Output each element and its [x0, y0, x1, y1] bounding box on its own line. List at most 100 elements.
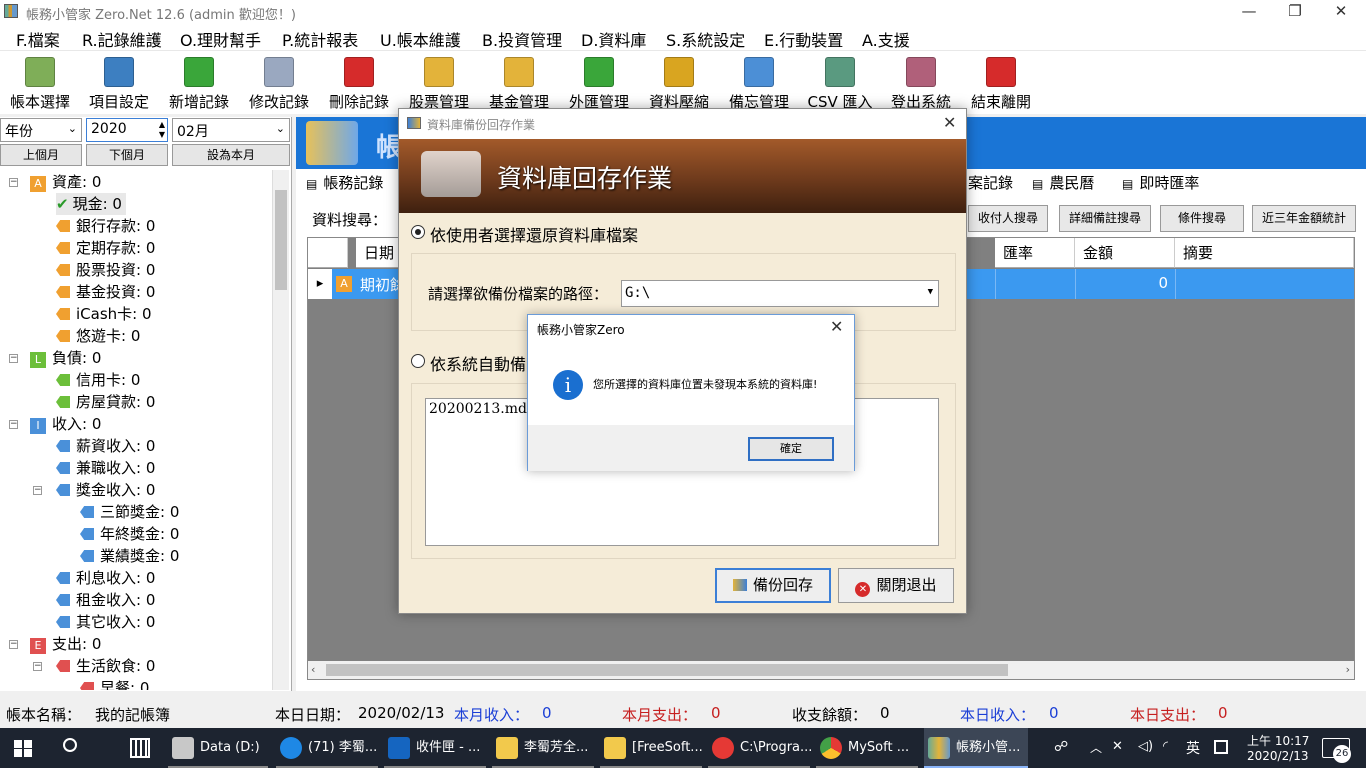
tree-node-income[interactable]: I 收入: 0: [30, 413, 101, 435]
payee-search-button[interactable]: 收付人搜尋: [968, 205, 1048, 232]
tree-node-liabilities[interactable]: L 負債: 0: [30, 347, 101, 369]
csv-import-button[interactable]: CSV 匯入: [805, 53, 875, 113]
compress-button[interactable]: 資料壓縮: [647, 53, 711, 113]
tab-ledger-records[interactable]: ▤ 帳務記錄: [306, 172, 383, 198]
ok-button[interactable]: 確定: [748, 437, 834, 461]
tree-node-cash[interactable]: ✔ 現金: 0: [56, 193, 126, 215]
dialog-close-icon[interactable]: ✕: [943, 113, 956, 132]
logout-button[interactable]: 登出系統: [889, 53, 953, 113]
taskbar-item-data-drive[interactable]: Data (D:): [168, 728, 268, 768]
menu-file[interactable]: F.檔案: [16, 27, 60, 51]
taskbar-item-ledger[interactable]: 帳務小管...: [924, 728, 1028, 768]
item-settings-button[interactable]: 項目設定: [87, 53, 151, 113]
condition-search-button[interactable]: 條件搜尋: [1160, 205, 1244, 232]
next-month-button[interactable]: 下個月: [86, 144, 168, 166]
tree-node-yearend-bonus[interactable]: 年終獎金: 0: [80, 523, 179, 545]
tree-node-assets[interactable]: A 資產: 0: [30, 171, 101, 193]
taskbar-item-outlook[interactable]: 收件匣 - ...: [384, 728, 486, 768]
radio-auto-backup[interactable]: [411, 354, 425, 368]
tree-node-credit-card[interactable]: 信用卡: 0: [56, 369, 140, 391]
tree-node-easycard[interactable]: 悠遊卡: 0: [56, 325, 140, 347]
tree-node-festival-bonus[interactable]: 三節獎金: 0: [80, 501, 179, 523]
path-select[interactable]: G:\ ▼: [621, 280, 939, 307]
windows-start-icon[interactable]: [14, 740, 32, 757]
tab-lunar-calendar[interactable]: ▤ 農民曆: [1032, 172, 1094, 198]
grid-horizontal-scrollbar[interactable]: ‹ ›: [308, 661, 1354, 679]
chevron-up-icon[interactable]: ︿: [1090, 739, 1102, 756]
forex-management-button[interactable]: 外匯管理: [567, 53, 631, 113]
tree-node-living[interactable]: 生活飲食: 0: [56, 655, 155, 677]
tree-node-parttime[interactable]: 兼職收入: 0: [56, 457, 155, 479]
prev-month-button[interactable]: 上個月: [0, 144, 82, 166]
scroll-thumb[interactable]: [326, 664, 1008, 676]
tree-node-bank[interactable]: 銀行存款: 0: [56, 215, 155, 237]
keyboard-icon[interactable]: [1214, 740, 1228, 754]
menu-settings[interactable]: S.系統設定: [666, 27, 745, 51]
taskbar-item-mail-2[interactable]: [FreeSoft...: [600, 728, 703, 768]
scroll-thumb[interactable]: [275, 190, 287, 290]
close-button[interactable]: ✕: [1318, 0, 1364, 24]
tab-case-records[interactable]: 案記錄: [968, 172, 1013, 198]
edit-record-button[interactable]: 修改記錄: [247, 53, 311, 113]
period-mode-select[interactable]: 年份 ⌄: [0, 118, 82, 142]
notification-icon[interactable]: 26: [1322, 738, 1351, 763]
collapse-icon[interactable]: −: [9, 354, 18, 363]
search-icon[interactable]: [63, 738, 77, 752]
clock-time[interactable]: 上午 10:17: [1247, 732, 1309, 749]
close-exit-button[interactable]: ✕ 關閉退出: [838, 568, 954, 603]
tree-scrollbar[interactable]: [272, 170, 289, 690]
tree-node-fund[interactable]: 基金投資: 0: [56, 281, 155, 303]
tree-node-other-income[interactable]: 其它收入: 0: [56, 611, 155, 633]
tree-node-salary[interactable]: 薪資收入: 0: [56, 435, 155, 457]
spin-arrows-icon[interactable]: ▲ ▼: [159, 120, 165, 140]
column-header-date[interactable]: 日期: [356, 238, 400, 268]
radio-user-select[interactable]: [411, 225, 425, 239]
tree-node-mortgage[interactable]: 房屋貸款: 0: [56, 391, 155, 413]
year-input[interactable]: 2020 ▲ ▼: [86, 118, 168, 142]
input-language[interactable]: 英: [1186, 738, 1200, 758]
column-header-summary[interactable]: 摘要: [1175, 238, 1354, 268]
volume-icon[interactable]: ◁): [1138, 739, 1153, 754]
book-select-button[interactable]: 帳本選擇: [8, 53, 72, 113]
scroll-left-icon[interactable]: ‹: [311, 663, 315, 676]
set-current-month-button[interactable]: 設為本月: [172, 144, 290, 166]
collapse-icon[interactable]: −: [33, 662, 42, 671]
collapse-icon[interactable]: −: [9, 178, 18, 187]
collapse-icon[interactable]: −: [33, 486, 42, 495]
menu-mobile[interactable]: E.行動裝置: [764, 27, 843, 51]
restore-button[interactable]: ❐: [1272, 0, 1318, 24]
tree-node-expense[interactable]: E 支出: 0: [30, 633, 101, 655]
delete-record-button[interactable]: 刪除記錄: [327, 53, 391, 113]
message-close-icon[interactable]: ✕: [830, 317, 843, 336]
month-select[interactable]: 02月 ⌄: [172, 118, 290, 142]
tree-node-deposit[interactable]: 定期存款: 0: [56, 237, 155, 259]
memo-search-button[interactable]: 詳細備註搜尋: [1059, 205, 1151, 232]
menu-reports[interactable]: P.統計報表: [282, 27, 358, 51]
calculator-icon[interactable]: [130, 738, 150, 758]
scroll-right-icon[interactable]: ›: [1346, 663, 1350, 676]
collapse-icon[interactable]: −: [9, 640, 18, 649]
people-icon[interactable]: ☍: [1054, 739, 1068, 755]
menu-finance-helper[interactable]: O.理財幫手: [180, 27, 261, 51]
tree-node-rent[interactable]: 租金收入: 0: [56, 589, 155, 611]
column-header-rate[interactable]: 匯率: [995, 238, 1075, 268]
minimize-button[interactable]: —: [1226, 0, 1272, 24]
taskbar-item-mail-1[interactable]: 李蜀芳全...: [492, 728, 594, 768]
taskbar-item-program-files[interactable]: C:\Progra...: [708, 728, 812, 768]
taskbar-item-chrome[interactable]: MySoft ...: [816, 728, 918, 768]
stock-management-button[interactable]: 股票管理: [407, 53, 471, 113]
tree-node-stock[interactable]: 股票投資: 0: [56, 259, 155, 281]
menu-book-maintenance[interactable]: U.帳本維護: [380, 27, 461, 51]
add-record-button[interactable]: 新增記錄: [167, 53, 231, 113]
collapse-icon[interactable]: −: [9, 420, 18, 429]
three-year-stats-button[interactable]: 近三年金額統計: [1252, 205, 1356, 232]
memo-management-button[interactable]: 備忘管理: [727, 53, 791, 113]
column-header-amount[interactable]: 金額: [1075, 238, 1175, 268]
tree-node-interest[interactable]: 利息收入: 0: [56, 567, 155, 589]
menu-support[interactable]: A.支援: [862, 27, 910, 51]
network-icon[interactable]: ✕: [1112, 739, 1123, 754]
fund-management-button[interactable]: 基金管理: [487, 53, 551, 113]
tab-exchange-rates[interactable]: ▤ 即時匯率: [1122, 172, 1199, 198]
restore-button[interactable]: 備份回存: [715, 568, 831, 603]
list-item[interactable]: 20200213.mdb: [429, 401, 536, 417]
